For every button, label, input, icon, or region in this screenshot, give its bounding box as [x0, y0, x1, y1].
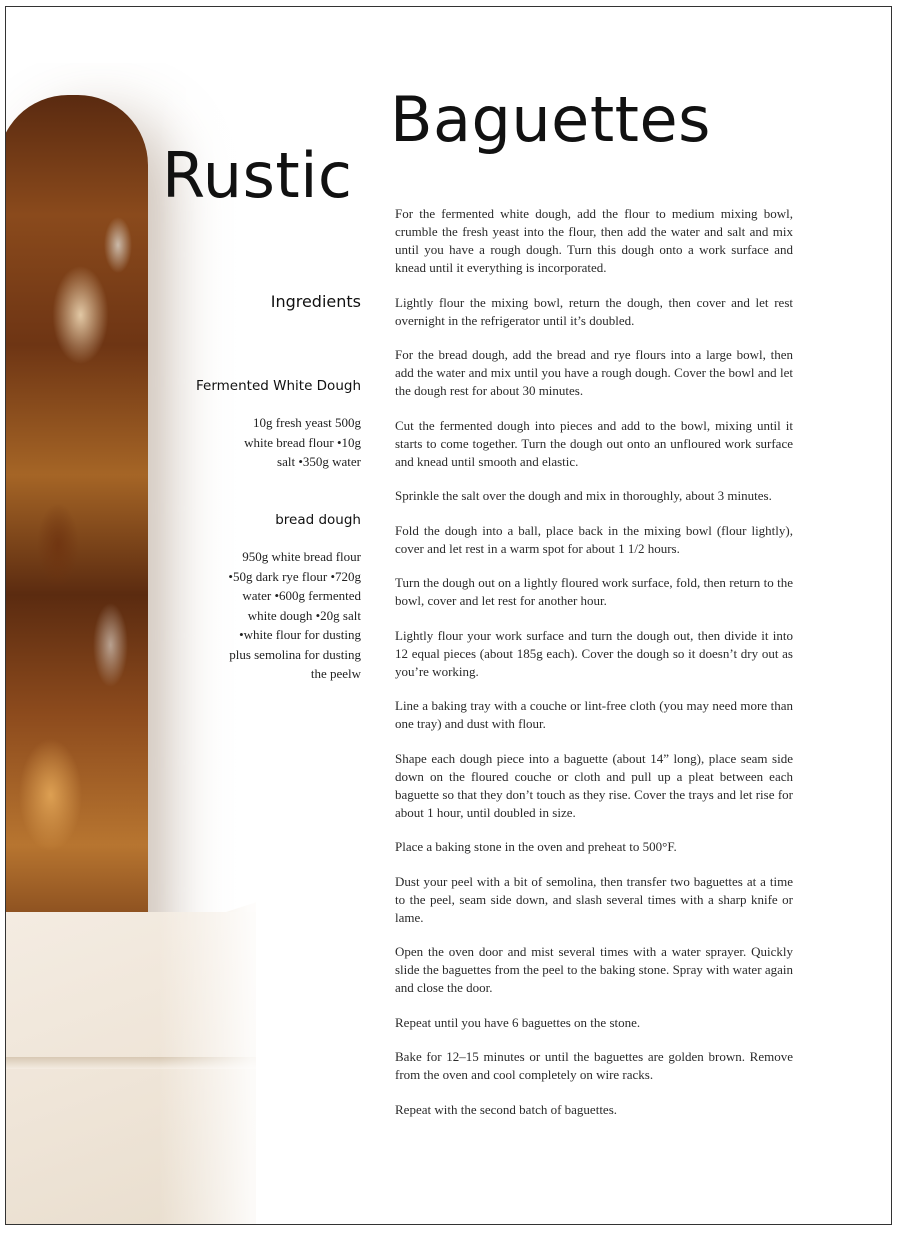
method-step: Lightly flour the mixing bowl, return th… [395, 294, 793, 328]
method-step: For the bread dough, add the bread and r… [395, 347, 793, 398]
ingredients-heading: Ingredients [270, 292, 361, 311]
method-step: Open the oven door and mist several time… [395, 944, 793, 995]
method-step: Place a baking stone in the oven and pre… [395, 839, 677, 854]
method-step: Bake for 12–15 minutes or until the bagu… [395, 1049, 793, 1082]
method-step: Fold the dough into a ball, place back i… [395, 522, 793, 556]
method-step: Repeat with the second batch of baguette… [395, 1101, 618, 1117]
ingredients-section-bread-dough: bread dough 950g white bread flour •50g … [181, 511, 361, 684]
method-step: Turn the dough out on a lightly floured … [395, 575, 793, 608]
title-rustic: Rustic [162, 139, 353, 212]
ingredients-section-fermented: Fermented White Dough 10g fresh yeast 50… [181, 377, 361, 472]
method-step: Shape each dough piece into a baguette (… [395, 750, 793, 820]
ingredients-section-title: bread dough [275, 512, 361, 528]
method-step: Cut the fermented dough into pieces and … [395, 417, 793, 469]
ingredients-heading-block: Ingredients [161, 292, 361, 311]
method-step: Line a baking tray with a couche or lint… [395, 698, 793, 731]
recipe-page: Baguettes Rustic Ingredients Fermented W… [5, 6, 892, 1225]
ingredients-section-text: 10g fresh yeast 500g white bread flour •… [244, 415, 361, 469]
method-step: For the fermented white dough, add the f… [395, 206, 793, 275]
top-margin [6, 7, 891, 63]
method-step: Sprinkle the salt over the dough and mix… [395, 488, 772, 503]
method-column: For the fermented white dough, add the f… [395, 205, 793, 1135]
method-step: Dust your peel with a bit of semolina, t… [395, 873, 793, 925]
ingredients-section-title: Fermented White Dough [196, 378, 361, 394]
ingredients-section-text: 950g white bread flour •50g dark rye flo… [228, 549, 361, 681]
title-baguettes: Baguettes [390, 83, 711, 156]
method-step: Lightly flour your work surface and turn… [395, 627, 793, 679]
method-step: Repeat until you have 6 baguettes on the… [395, 1014, 641, 1030]
